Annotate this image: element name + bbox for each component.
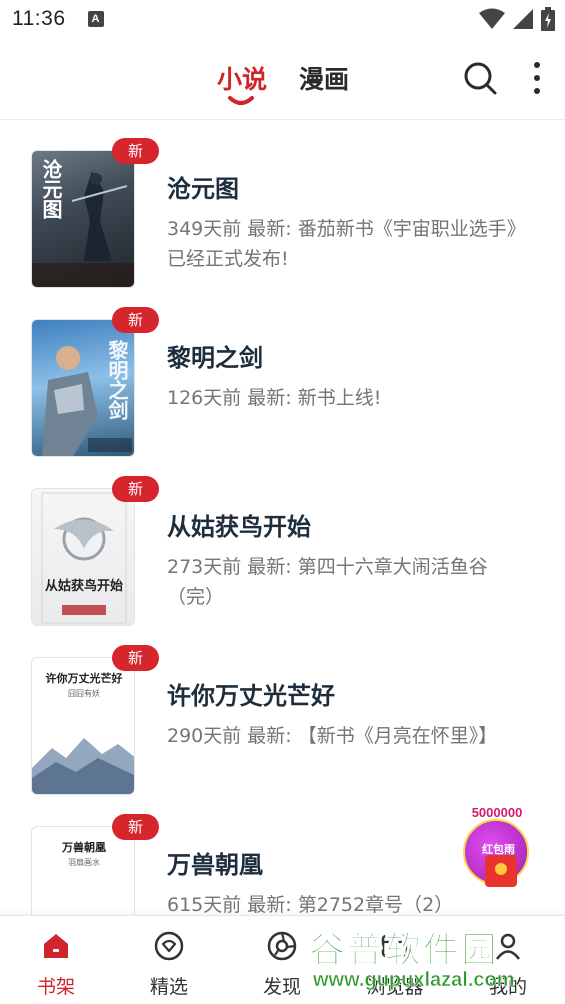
book-latest-update: 126天前 最新: 新书上线! [167, 387, 382, 409]
nav-label: 书架 [36, 976, 75, 998]
cover-author: 囧囧有妖 [68, 689, 100, 698]
bottom-navigation: 书架 精选 发现 浏览器 我的 [0, 915, 565, 1004]
book-title: 沧元图 [167, 175, 239, 203]
cover-author: 羽扇画水 [68, 858, 100, 867]
notification-a-icon: A [87, 11, 104, 27]
new-badge: 新 [112, 138, 159, 164]
nav-discover[interactable]: 发现 [242, 930, 322, 999]
nav-label: 发现 [262, 976, 301, 998]
book-latest-update: 273天前 最新: 第四十六章大闹活鱼谷（完） [167, 556, 488, 608]
more-vertical-icon [534, 62, 540, 94]
promo-count: 5000000 [471, 805, 523, 820]
new-badge: 新 [112, 307, 159, 333]
tab-novel[interactable]: 小说 [217, 60, 267, 96]
nav-bookshelf[interactable]: 书架 [16, 930, 96, 999]
book-item[interactable]: 新 从姑获鸟开始 从姑获鸟开始 273天前 最新: 第四十六章大闹活鱼谷（完） [0, 459, 565, 628]
book-item[interactable]: 新 许你万丈光芒好 囧囧有妖 许你万丈光芒好 290天前 最新: 【新书《月亮在… [0, 628, 565, 797]
new-badge: 新 [112, 645, 159, 671]
book-cover[interactable]: 沧元图 [31, 150, 135, 288]
book-cover[interactable]: 许你万丈光芒好 囧囧有妖 [31, 657, 135, 795]
book-item[interactable]: 新 黎明之剑 黎明之剑 126天前 最新: 新书上线! [0, 290, 565, 459]
status-bar: 11:36 A [0, 0, 565, 38]
book-title: 从姑获鸟开始 [167, 513, 311, 541]
browser-icon [381, 934, 409, 958]
nav-label: 浏览器 [366, 976, 424, 998]
book-cover[interactable]: 从姑获鸟开始 [31, 488, 135, 626]
signal-icon [513, 9, 533, 29]
new-badge: 新 [112, 814, 159, 840]
search-icon [464, 62, 497, 95]
user-icon [495, 933, 521, 960]
heart-circle-icon [154, 931, 184, 961]
red-envelope-icon [485, 855, 517, 887]
book-item[interactable]: 新 沧元图 沧元图 349天前 最新: 番茄新书《宇宙职业选手》已经正式发布! [0, 121, 565, 290]
nav-label: 我的 [488, 976, 527, 998]
nav-label: 精选 [149, 976, 188, 998]
cover-title: 沧元图 [39, 159, 63, 219]
top-header: 小说 漫画 [0, 38, 565, 120]
tab-comic[interactable]: 漫画 [299, 60, 349, 96]
nav-mine[interactable]: 我的 [468, 930, 548, 999]
book-latest-update: 290天前 最新: 【新书《月亮在怀里》】 [167, 725, 498, 747]
cover-title: 许你万丈光芒好 [45, 672, 123, 685]
book-title: 黎明之剑 [167, 344, 263, 372]
battery-icon [541, 7, 555, 31]
promo-circle: 红包雨 [463, 819, 529, 887]
wifi-icon [479, 8, 505, 29]
active-tab-indicator [228, 96, 254, 105]
search-button[interactable] [462, 60, 498, 96]
envelope-seal [495, 863, 507, 875]
book-latest-update: 349天前 最新: 番茄新书《宇宙职业选手》已经正式发布! [167, 218, 517, 270]
cover-title: 万兽朝凰 [62, 841, 106, 854]
nav-browser[interactable]: 浏览器 [355, 930, 435, 999]
more-options-button[interactable] [527, 60, 547, 96]
book-title: 许你万丈光芒好 [167, 682, 335, 710]
red-envelope-promo[interactable]: 5000000 红包雨 [460, 803, 532, 887]
nav-featured[interactable]: 精选 [129, 930, 209, 999]
home-icon [44, 934, 68, 958]
status-time: 11:36 [12, 7, 66, 30]
status-indicators [479, 7, 555, 31]
cover-illustration [41, 492, 127, 624]
book-title: 万兽朝凰 [167, 851, 263, 879]
compass-icon [267, 931, 297, 961]
cover-title: 从姑获鸟开始 [44, 579, 123, 594]
new-badge: 新 [112, 476, 159, 502]
cover-title: 黎明之剑 [105, 340, 129, 420]
book-cover[interactable]: 黎明之剑 [31, 319, 135, 457]
